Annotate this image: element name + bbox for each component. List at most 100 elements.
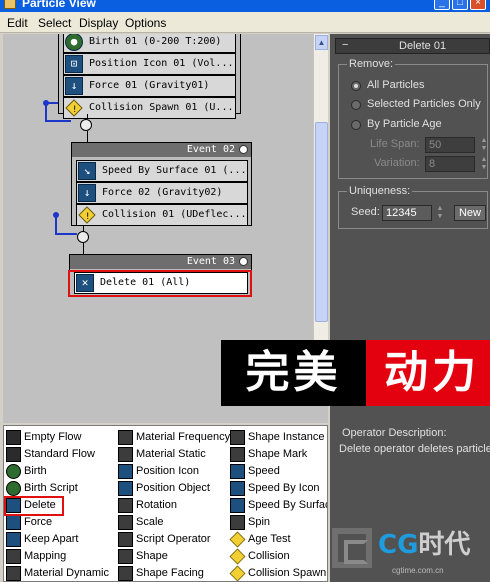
- watermark-banner-left: 完美: [221, 340, 366, 406]
- description-text: Delete operator deletes particles: [339, 443, 490, 455]
- force-icon: ↓: [78, 184, 96, 202]
- depot-item-label: Mapping: [24, 550, 67, 562]
- event-01-node[interactable]: ● Birth 01 (0-200 T:200) ⊡ Position Icon…: [58, 34, 241, 119]
- collision-icon: !: [78, 206, 96, 224]
- material-static-icon: [118, 447, 133, 462]
- mapping-icon: [6, 549, 21, 564]
- menu-options[interactable]: Options: [125, 16, 166, 30]
- position-object-icon: [118, 481, 133, 496]
- option-label[interactable]: All Particles: [367, 79, 424, 91]
- event-02-output-connector[interactable]: [77, 231, 89, 243]
- keep-apart-icon: [6, 532, 21, 547]
- birth-icon: [6, 464, 21, 479]
- depot-item-label: Script Operator: [136, 533, 211, 545]
- operator-collision-spawn[interactable]: ! Collision Spawn 01 (U...: [63, 97, 236, 119]
- minimize-button[interactable]: _: [434, 0, 450, 10]
- depot-item-label: Age Test: [248, 533, 291, 545]
- menu-select[interactable]: Select: [38, 16, 71, 30]
- event-header: Event 02: [72, 143, 251, 157]
- empty-flow-icon: [6, 430, 21, 445]
- life-span-field[interactable]: 50: [425, 137, 475, 153]
- operator-label: Collision 01 (UDeflec...: [102, 209, 247, 220]
- splitter[interactable]: [3, 406, 328, 423]
- radio-all-particles[interactable]: [351, 81, 361, 91]
- script-operator-icon: [118, 532, 133, 547]
- event-02-node[interactable]: Event 02 ↘ Speed By Surface 01 (... ↓ Fo…: [71, 142, 252, 226]
- collision-spawn-icon: !: [65, 99, 83, 117]
- wire-segment: [87, 131, 88, 142]
- rollout-header[interactable]: − Delete 01: [335, 38, 490, 54]
- depot-item-label: Speed By Icon: [248, 482, 320, 494]
- depot-item-label: Shape Mark: [248, 448, 308, 460]
- seed-label: Seed:: [351, 206, 380, 218]
- radio-selected-only[interactable]: [351, 100, 361, 110]
- logo-cn: 时代: [418, 530, 471, 560]
- depot-item-label: Position Icon: [136, 465, 199, 477]
- operator-position-icon[interactable]: ⊡ Position Icon 01 (Vol...: [63, 53, 236, 75]
- maximize-button[interactable]: □: [452, 0, 468, 10]
- new-seed-button[interactable]: New: [454, 205, 486, 221]
- collision-spawn-icon: [229, 565, 246, 581]
- force-icon: ↓: [65, 77, 83, 95]
- age-test-icon: [229, 531, 246, 548]
- spinner-icon[interactable]: ▲ ▼: [436, 205, 444, 221]
- scroll-up-icon[interactable]: ▲: [315, 35, 328, 50]
- depot-item-label: Material Dynamic: [24, 567, 109, 579]
- menu-display[interactable]: Display: [79, 16, 118, 30]
- depot-item-label: Shape Facing: [136, 567, 204, 579]
- event-01-output-connector[interactable]: [80, 119, 92, 131]
- menu-bar: Edit Select Display Options: [0, 12, 490, 33]
- event-title: Event 03: [186, 256, 235, 267]
- operator-force[interactable]: ↓ Force 02 (Gravity02): [76, 182, 248, 204]
- birth-icon: ●: [65, 34, 83, 51]
- operator-birth[interactable]: ● Birth 01 (0-200 T:200): [63, 34, 236, 53]
- speed-icon: [230, 464, 245, 479]
- depot-item-label: Empty Flow: [24, 431, 82, 443]
- wire-segment: [45, 104, 47, 121]
- wire-segment: [45, 120, 71, 122]
- svg-text:!: !: [85, 212, 90, 222]
- shape-icon: [118, 549, 133, 564]
- depot-item-label: Spin: [248, 516, 271, 528]
- force-icon: [6, 515, 21, 530]
- depot-item-label: Standard Flow: [24, 448, 95, 460]
- variation-field[interactable]: 8: [425, 156, 475, 172]
- seed-field[interactable]: 12345: [382, 205, 432, 221]
- operator-depot: Empty Flow Standard Flow Birth Birth Scr…: [3, 425, 328, 582]
- collapse-icon[interactable]: −: [342, 39, 348, 51]
- speed-by-surface-icon: ↘: [78, 162, 96, 180]
- rollout-title: Delete 01: [399, 40, 447, 52]
- logo-url: cgtime.com.cn: [392, 566, 444, 575]
- scroll-thumb[interactable]: [315, 122, 328, 322]
- operator-force[interactable]: ↓ Force 01 (Gravity01): [63, 75, 236, 97]
- operator-label: Collision Spawn 01 (U...: [89, 102, 234, 113]
- speed-by-surface-icon: [230, 498, 245, 513]
- event-title: Event 02: [186, 144, 235, 155]
- option-label[interactable]: Selected Particles Only: [367, 98, 481, 110]
- wire-segment: [55, 216, 57, 234]
- highlight-box: [4, 496, 64, 516]
- remove-label: Remove:: [347, 58, 396, 70]
- material-dynamic-icon: [6, 566, 21, 581]
- collision-icon: [229, 548, 246, 565]
- material-frequency-icon: [118, 430, 133, 445]
- close-button[interactable]: ×: [470, 0, 486, 10]
- light-bulb-icon[interactable]: [239, 145, 248, 154]
- shape-instance-icon: [230, 430, 245, 445]
- depot-item-label: Position Object: [136, 482, 210, 494]
- radio-by-age[interactable]: [351, 120, 361, 130]
- menu-edit[interactable]: Edit: [7, 16, 28, 30]
- depot-item-label: Birth Script: [24, 482, 78, 494]
- option-label[interactable]: By Particle Age: [367, 118, 442, 130]
- spinner-icon[interactable]: ▲ ▼: [480, 156, 488, 172]
- spinner-icon[interactable]: ▲ ▼: [480, 137, 488, 153]
- shape-mark-icon: [230, 447, 245, 462]
- operator-collision[interactable]: ! Collision 01 (UDeflec...: [76, 204, 248, 226]
- depot-item-label: Scale: [136, 516, 164, 528]
- event-header: Event 03: [70, 255, 251, 269]
- wire-segment: [55, 233, 77, 235]
- operator-label: Position Icon 01 (Vol...: [89, 58, 234, 69]
- operator-speed-by-surface[interactable]: ↘ Speed By Surface 01 (...: [76, 160, 248, 182]
- light-bulb-icon[interactable]: [239, 257, 248, 266]
- life-span-label: Life Span:: [370, 138, 420, 150]
